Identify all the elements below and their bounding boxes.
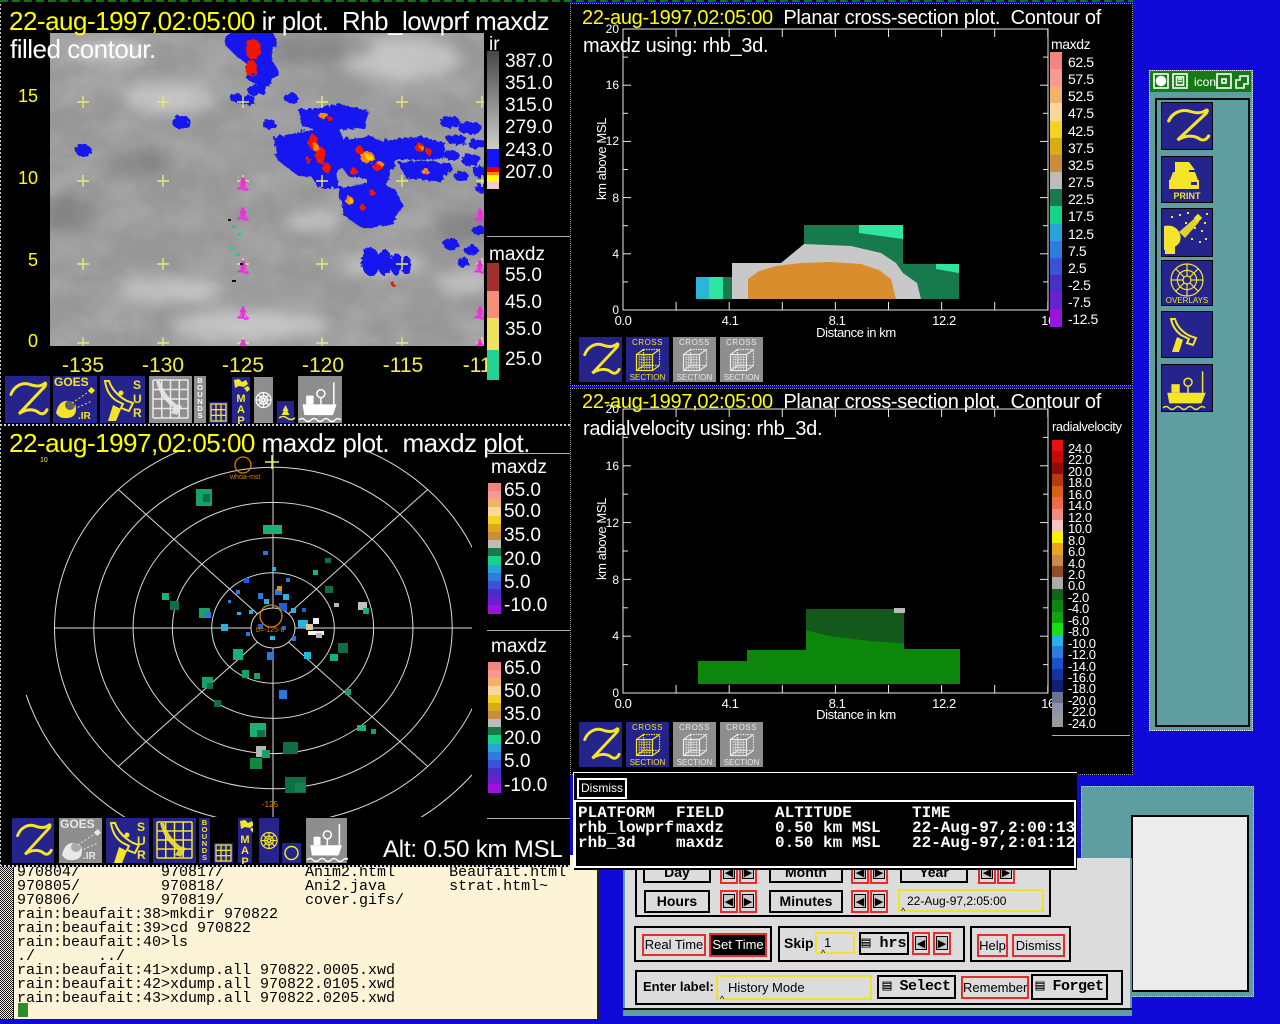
svg-text:CROSS: CROSS bbox=[726, 723, 757, 732]
svg-text:10: 10 bbox=[40, 457, 48, 464]
svg-text:PRINT: PRINT bbox=[1174, 191, 1202, 201]
svg-text:CROSS: CROSS bbox=[726, 338, 757, 347]
svg-text:-125: -125 bbox=[262, 800, 279, 809]
svg-text:SECTION: SECTION bbox=[630, 758, 666, 767]
svg-text:OVERLAYS: OVERLAYS bbox=[1166, 296, 1209, 305]
svg-text:S: S bbox=[197, 411, 202, 420]
svg-text:.IR: .IR bbox=[78, 411, 92, 422]
svg-text:.IR: .IR bbox=[83, 851, 97, 862]
svg-text:SECTION: SECTION bbox=[630, 373, 666, 382]
svg-text:icon: icon bbox=[1194, 75, 1216, 89]
svg-text:b=-125-6: b=-125-6 bbox=[256, 627, 284, 634]
svg-text:CROSS: CROSS bbox=[632, 723, 663, 732]
svg-text:S: S bbox=[202, 853, 207, 862]
svg-text:P: P bbox=[241, 856, 248, 864]
svg-text:SECTION: SECTION bbox=[724, 758, 760, 767]
svg-text:CROSS: CROSS bbox=[679, 723, 710, 732]
svg-text:S: S bbox=[137, 820, 145, 834]
svg-text:R: R bbox=[133, 406, 142, 420]
svg-text:CROSS: CROSS bbox=[632, 338, 663, 347]
svg-text:U: U bbox=[133, 392, 142, 406]
svg-text:SECTION: SECTION bbox=[677, 758, 713, 767]
svg-text:SECTION: SECTION bbox=[677, 373, 713, 382]
svg-text:GOES: GOES bbox=[54, 375, 89, 389]
svg-text:GOES: GOES bbox=[60, 817, 95, 831]
svg-text:whoa-mst: whoa-mst bbox=[229, 474, 260, 481]
svg-text:R: R bbox=[137, 848, 146, 862]
svg-text:S: S bbox=[133, 378, 141, 392]
svg-text:P: P bbox=[237, 415, 244, 424]
svg-text:CROSS: CROSS bbox=[679, 338, 710, 347]
svg-text:SECTION: SECTION bbox=[724, 373, 760, 382]
svg-text:U: U bbox=[137, 834, 146, 848]
